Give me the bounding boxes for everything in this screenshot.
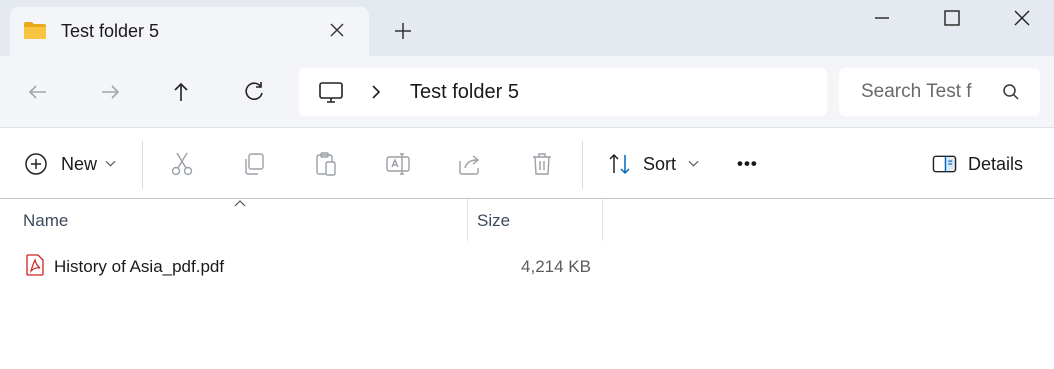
rename-icon[interactable]	[385, 151, 411, 177]
chevron-down-icon	[688, 160, 699, 167]
delete-icon[interactable]	[529, 151, 555, 177]
new-label: New	[61, 153, 98, 174]
column-header-name[interactable]: Name	[23, 211, 68, 231]
divider	[142, 141, 143, 189]
file-row[interactable]: History of Asia_pdf.pdf 4,214 KB	[0, 248, 1054, 286]
details-button[interactable]: Details	[932, 149, 1023, 179]
address-bar[interactable]: Test folder 5	[299, 68, 827, 116]
sort-button[interactable]: Sort	[607, 149, 699, 179]
chevron-down-icon	[105, 160, 116, 167]
column-header-size[interactable]: Size	[477, 211, 510, 231]
file-size: 4,214 KB	[521, 257, 591, 276]
arrow-right-icon[interactable]	[96, 78, 124, 106]
details-label: Details	[968, 153, 1024, 174]
refresh-icon[interactable]	[240, 78, 268, 106]
new-tab-plus-icon[interactable]	[392, 20, 414, 42]
tab-test-folder-5[interactable]: Test folder 5	[10, 7, 369, 56]
cut-icon[interactable]	[169, 151, 195, 177]
window-close-icon[interactable]	[1010, 6, 1034, 30]
chevron-right-icon[interactable]	[369, 84, 383, 100]
column-divider[interactable]	[467, 199, 468, 241]
tab-title: Test folder 5	[61, 21, 160, 41]
this-pc-icon[interactable]	[317, 80, 345, 106]
command-bar: New Sort ••• Details	[0, 129, 1054, 199]
paste-icon[interactable]	[313, 151, 339, 177]
tab-close-icon[interactable]	[328, 21, 346, 39]
breadcrumb-test-folder-5[interactable]: Test folder 5	[410, 81, 519, 104]
title-bar: Test folder 5	[0, 0, 1054, 56]
arrow-left-icon[interactable]	[24, 78, 52, 106]
folder-icon	[24, 22, 46, 39]
sort-label: Sort	[643, 153, 677, 174]
more-options-button[interactable]: •••	[737, 149, 758, 179]
search-box[interactable]: Search Test f	[839, 68, 1040, 116]
file-name[interactable]: History of Asia_pdf.pdf	[54, 257, 224, 277]
divider	[582, 141, 583, 189]
new-button[interactable]: New	[23, 149, 116, 179]
pdf-icon	[26, 254, 44, 276]
search-input[interactable]: Search Test f	[861, 81, 977, 103]
details-pane-icon	[932, 155, 957, 173]
arrow-up-icon[interactable]	[167, 78, 195, 106]
maximize-icon[interactable]	[940, 6, 964, 30]
copy-icon[interactable]	[241, 151, 267, 177]
minimize-icon[interactable]	[870, 6, 894, 30]
more-options-icon: •••	[737, 154, 758, 173]
navigation-bar: Test folder 5 Search Test f	[0, 56, 1054, 128]
sort-ascending-caret-icon	[234, 200, 246, 207]
column-header-row: Name Size	[0, 199, 1054, 241]
sort-icon	[609, 153, 630, 175]
column-divider[interactable]	[602, 199, 603, 241]
search-icon[interactable]	[1002, 83, 1020, 101]
add-circle-icon	[25, 153, 47, 175]
share-icon[interactable]	[457, 151, 483, 177]
